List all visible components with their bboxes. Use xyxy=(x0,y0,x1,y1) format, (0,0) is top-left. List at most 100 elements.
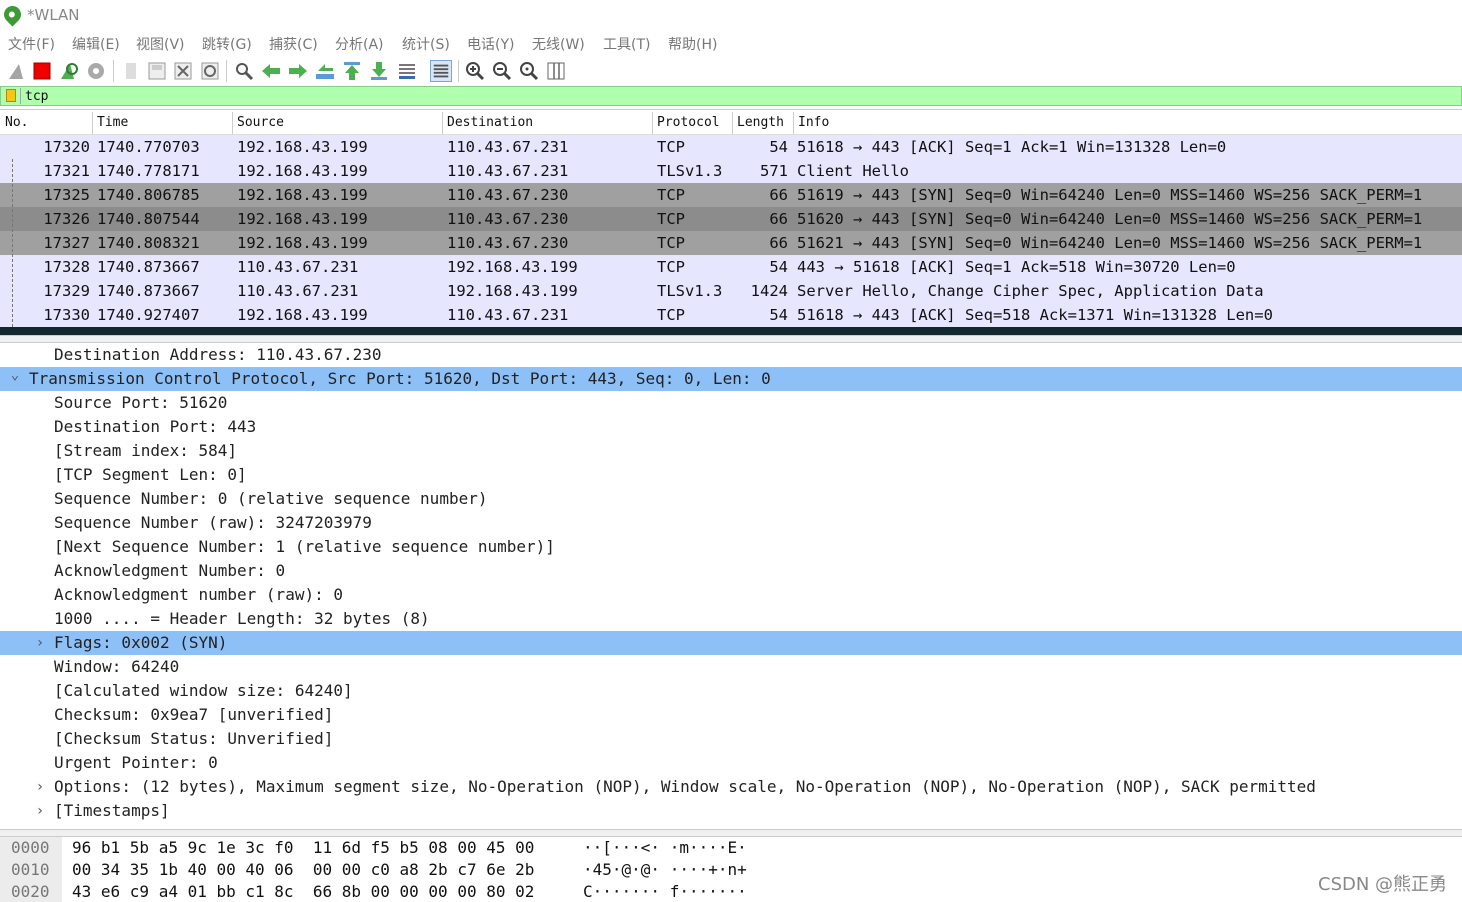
bytes-hex[interactable]: 96 b1 5b a5 9c 1e 3c f0 11 6d f5 b5 08 0… xyxy=(72,838,534,857)
packet-row[interactable]: 17326 1740.807544 192.168.43.199 110.43.67.… xyxy=(0,207,1462,231)
reload-file-icon[interactable] xyxy=(199,60,221,82)
packet-proto-cell: TLSv1.3 xyxy=(657,162,723,180)
packet-row[interactable]: 17321 1740.778171 192.168.43.199 110.43.67.… xyxy=(0,159,1462,183)
find-packet-icon[interactable] xyxy=(233,60,255,82)
column-header[interactable]: Time xyxy=(97,115,128,130)
bytes-ascii[interactable]: ··[···<· ·m····E· xyxy=(583,838,747,857)
zoom-in-icon[interactable] xyxy=(464,60,486,82)
go-to-packet-icon[interactable] xyxy=(314,60,336,82)
colorize-icon[interactable] xyxy=(430,60,452,82)
detail-tree-item[interactable]: [Calculated window size: 64240] xyxy=(0,679,1462,703)
packet-len-cell: 54 xyxy=(769,138,788,156)
menu-item[interactable]: 捕获(C) xyxy=(269,34,318,54)
pane-splitter[interactable] xyxy=(0,829,1462,837)
detail-tree-item[interactable]: Sequence Number: 0 (relative sequence nu… xyxy=(0,487,1462,511)
packet-len-cell: 571 xyxy=(760,162,788,180)
packet-src-cell: 192.168.43.199 xyxy=(237,138,368,156)
column-divider[interactable] xyxy=(442,112,443,134)
packet-row[interactable]: 17325 1740.806785 192.168.43.199 110.43.67.… xyxy=(0,183,1462,207)
detail-tree-item[interactable]: Destination Port: 443 xyxy=(0,415,1462,439)
column-header[interactable]: Source xyxy=(237,115,284,130)
chevron-right-icon[interactable]: › xyxy=(32,635,48,651)
filter-bookmark-icon[interactable] xyxy=(6,89,16,102)
menu-item[interactable]: 电话(Y) xyxy=(467,34,514,54)
detail-tree-item[interactable]: Source Port: 51620 xyxy=(0,391,1462,415)
detail-tree-item[interactable]: › Flags: 0x002 (SYN) xyxy=(0,631,1462,655)
detail-tree-item[interactable]: [Stream index: 584] xyxy=(0,439,1462,463)
go-forward-icon[interactable] xyxy=(287,60,309,82)
packet-info-cell: Client Hello xyxy=(797,162,909,180)
detail-tree-item[interactable]: Acknowledgment Number: 0 xyxy=(0,559,1462,583)
menu-item[interactable]: 帮助(H) xyxy=(668,34,717,54)
detail-tree-item[interactable]: › [Timestamps] xyxy=(0,799,1462,823)
detail-tree-item[interactable]: [Checksum Status: Unverified] xyxy=(0,727,1462,751)
restart-capture-icon[interactable] xyxy=(58,60,80,82)
detail-tree-item[interactable]: Sequence Number (raw): 3247203979 xyxy=(0,511,1462,535)
column-header[interactable]: No. xyxy=(5,115,28,130)
packet-no-cell: 17321 xyxy=(43,162,90,180)
bytes-offset[interactable]: 0020 xyxy=(11,882,50,901)
column-divider[interactable] xyxy=(92,112,93,134)
close-file-icon[interactable] xyxy=(172,60,194,82)
packet-row[interactable]: 17330 1740.927407 192.168.43.199 110.43.67.… xyxy=(0,303,1462,327)
stop-capture-icon[interactable] xyxy=(31,60,53,82)
packet-dst-cell: 192.168.43.199 xyxy=(447,258,578,276)
bytes-ascii[interactable]: ·45·@·@· ····+·n+ xyxy=(583,860,747,879)
go-last-icon[interactable] xyxy=(368,60,390,82)
detail-tree-item[interactable]: 1000 .... = Header Length: 32 bytes (8) xyxy=(0,607,1462,631)
detail-tree-item[interactable]: Destination Address: 110.43.67.230 xyxy=(0,343,1462,367)
autoscroll-icon[interactable] xyxy=(396,60,418,82)
bytes-hex[interactable]: 43 e6 c9 a4 01 bb c1 8c 66 8b 00 00 00 0… xyxy=(72,882,534,901)
menu-item[interactable]: 工具(T) xyxy=(603,34,650,54)
go-first-icon[interactable] xyxy=(341,60,363,82)
display-filter-input[interactable] xyxy=(25,88,1425,104)
menu-item[interactable]: 分析(A) xyxy=(335,34,384,54)
go-back-icon[interactable] xyxy=(260,60,282,82)
column-header[interactable]: Destination xyxy=(447,115,533,130)
detail-tree-item[interactable]: [Next Sequence Number: 1 (relative seque… xyxy=(0,535,1462,559)
menu-item[interactable]: 文件(F) xyxy=(8,34,55,54)
packet-row[interactable]: 17320 1740.770703 192.168.43.199 110.43.67.… xyxy=(0,135,1462,159)
detail-tree-item[interactable]: [TCP Segment Len: 0] xyxy=(0,463,1462,487)
chevron-right-icon[interactable]: › xyxy=(32,803,48,819)
chevron-down-icon[interactable]: ⌄ xyxy=(7,367,23,383)
detail-tree-item[interactable]: Urgent Pointer: 0 xyxy=(0,751,1462,775)
column-divider[interactable] xyxy=(732,112,733,134)
zoom-normal-icon[interactable] xyxy=(518,60,540,82)
packet-list-header: No. Time Source Destination Protocol Length In… xyxy=(0,110,1462,135)
chevron-right-icon[interactable]: › xyxy=(32,779,48,795)
partial-row[interactable] xyxy=(0,327,1462,335)
column-header[interactable]: Protocol xyxy=(657,115,720,130)
bytes-ascii[interactable]: C······· f······· xyxy=(583,882,747,901)
column-divider[interactable] xyxy=(793,112,794,134)
bytes-offset[interactable]: 0010 xyxy=(11,860,50,879)
menu-item[interactable]: 编辑(E) xyxy=(72,34,120,54)
packet-row[interactable]: 17327 1740.808321 192.168.43.199 110.43.67.… xyxy=(0,231,1462,255)
column-divider[interactable] xyxy=(232,112,233,134)
packet-src-cell: 192.168.43.199 xyxy=(237,186,368,204)
shark-fin-start-icon[interactable] xyxy=(6,60,28,82)
save-file-icon[interactable] xyxy=(146,60,168,82)
bytes-offset[interactable]: 0000 xyxy=(11,838,50,857)
column-header[interactable]: Info xyxy=(798,115,829,130)
detail-tree-item[interactable]: › Options: (12 bytes), Maximum segment si… xyxy=(0,775,1462,799)
detail-tree-item[interactable]: Checksum: 0x9ea7 [unverified] xyxy=(0,703,1462,727)
packet-row[interactable]: 17329 1740.873667 110.43.67.231 192.168.43.… xyxy=(0,279,1462,303)
capture-options-icon[interactable] xyxy=(85,60,107,82)
pane-splitter[interactable] xyxy=(0,335,1462,343)
menu-item[interactable]: 无线(W) xyxy=(532,34,585,54)
menu-item[interactable]: 统计(S) xyxy=(402,34,450,54)
bytes-hex[interactable]: 00 34 35 1b 40 00 40 06 00 00 c0 a8 2b c… xyxy=(72,860,534,879)
detail-tree-item[interactable]: Window: 64240 xyxy=(0,655,1462,679)
zoom-out-icon[interactable] xyxy=(491,60,513,82)
open-file-icon[interactable] xyxy=(120,60,142,82)
menu-item[interactable]: 视图(V) xyxy=(136,34,185,54)
column-header[interactable]: Length xyxy=(737,115,784,130)
detail-tree-item[interactable]: ⌄ Transmission Control Protocol, Src Port… xyxy=(0,367,1462,391)
packet-row[interactable]: 17328 1740.873667 110.43.67.231 192.168.43.… xyxy=(0,255,1462,279)
packet-no-cell: 17330 xyxy=(43,306,90,324)
column-divider[interactable] xyxy=(652,112,653,134)
detail-tree-item[interactable]: Acknowledgment number (raw): 0 xyxy=(0,583,1462,607)
resize-columns-icon[interactable] xyxy=(545,60,567,82)
menu-item[interactable]: 跳转(G) xyxy=(202,34,252,54)
